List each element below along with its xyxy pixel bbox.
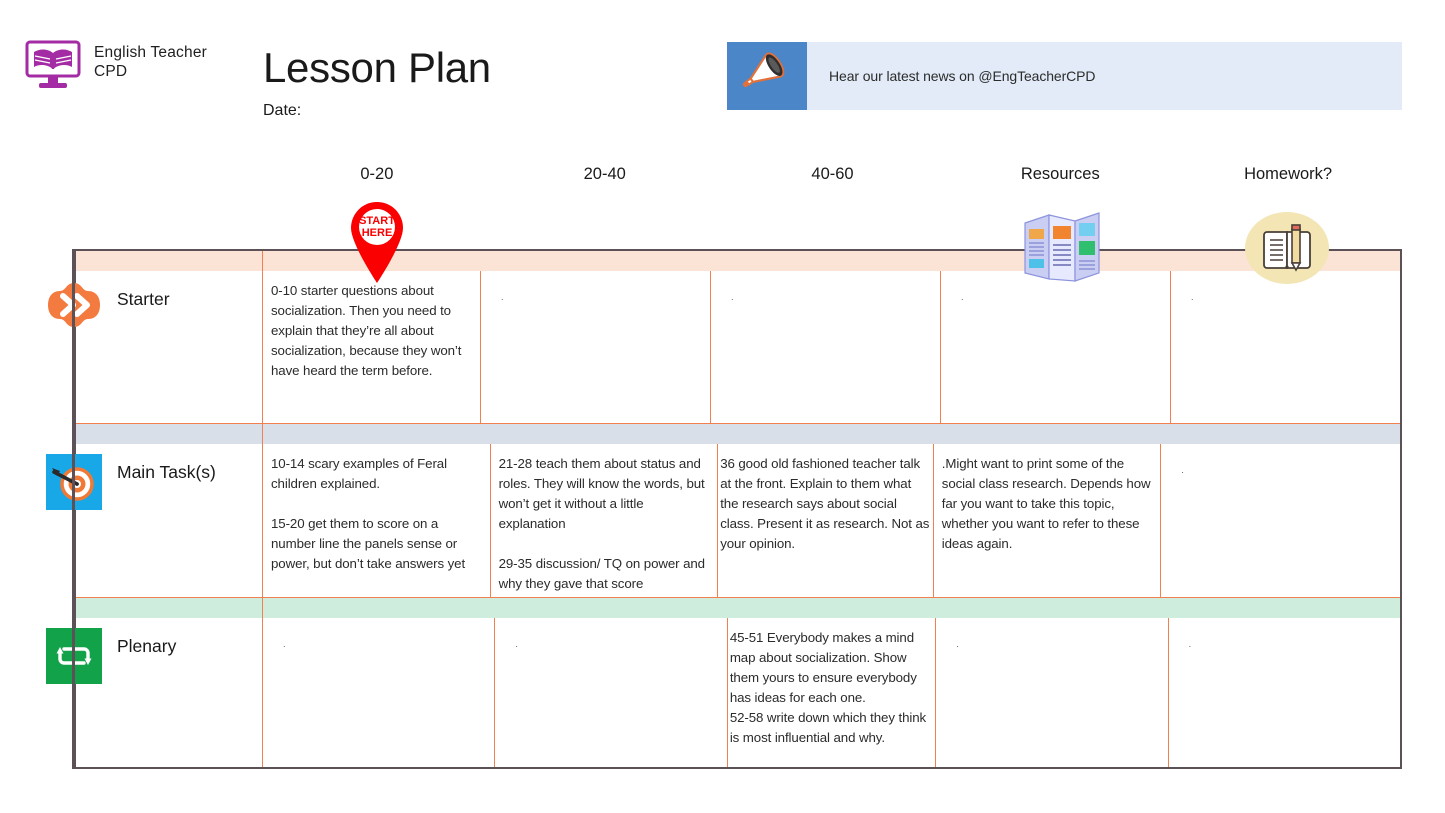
table-row-starter: Starter 0-10 starter questions about soc… <box>48 251 1400 424</box>
row-label-cell-plenary: Plenary <box>46 598 263 767</box>
cell-main-tasks-resources[interactable]: .Might want to print some of the social … <box>934 424 1162 597</box>
cell-plenary-20-40[interactable]: . <box>495 598 728 767</box>
brand-name: English Teacher CPD <box>94 44 208 80</box>
start-pin-line1: START <box>359 215 395 227</box>
page-title: Lesson Plan <box>263 44 491 91</box>
table-left-rail <box>72 249 75 769</box>
cell-starter-20-40[interactable]: . <box>481 251 711 423</box>
cell-plenary-40-60[interactable]: 45-51 Everybody makes a mind map about s… <box>728 598 937 767</box>
megaphone-icon <box>727 42 807 110</box>
column-header-0-20: 0-20 <box>360 165 394 183</box>
lesson-plan-page: English Teacher CPD Lesson Plan Date: He… <box>0 0 1445 813</box>
map-pin-icon: START HERE <box>347 200 407 284</box>
cell-main-tasks-20-40[interactable]: 21-28 teach them about status and roles.… <box>491 424 719 597</box>
cell-main-tasks-40-60[interactable]: 36 good old fashioned teacher talk at th… <box>718 424 934 597</box>
news-banner-text: Hear our latest news on @EngTeacherCPD <box>829 68 1096 84</box>
brochure-icon <box>1019 207 1111 287</box>
column-header-40-60: 40-60 <box>811 165 854 183</box>
news-banner[interactable]: Hear our latest news on @EngTeacherCPD <box>727 42 1402 110</box>
row-label-starter: Starter <box>117 289 170 309</box>
notebook-pencil-icon <box>1245 212 1330 284</box>
column-header-resources: Resources <box>1020 165 1100 183</box>
cell-starter-40-60[interactable]: . <box>711 251 941 423</box>
monitor-book-icon <box>24 40 82 92</box>
date-label: Date: <box>263 102 302 119</box>
table-row-plenary: Plenary . . 45-51 Everybody makes a mind… <box>46 598 1400 767</box>
table-column-headers: 0-20 20-40 40-60 Resources Homework? <box>263 165 1402 193</box>
row-label-main-tasks: Main Task(s) <box>117 462 216 482</box>
cell-plenary-0-20[interactable]: . <box>263 598 496 767</box>
column-header-homework: Homework? <box>1244 165 1333 183</box>
cell-main-tasks-0-20[interactable]: 10-14 scary examples of Feral children e… <box>263 424 491 597</box>
news-banner-body: Hear our latest news on @EngTeacherCPD <box>807 42 1402 110</box>
row-label-cell-main-tasks: Main Task(s) <box>46 424 263 597</box>
brand-logo: English Teacher CPD <box>24 40 207 92</box>
cell-plenary-resources[interactable]: . <box>936 598 1169 767</box>
column-header-20-40: 20-40 <box>583 165 626 183</box>
lesson-plan-table: Starter 0-10 starter questions about soc… <box>46 249 1402 769</box>
cell-main-tasks-homework[interactable]: . <box>1161 424 1400 597</box>
row-label-cell-starter: Starter <box>48 251 263 423</box>
table-row-main-tasks: Main Task(s) 10-14 scary examples of Fer… <box>46 424 1400 598</box>
row-label-plenary: Plenary <box>117 636 177 656</box>
start-pin-line2: HERE <box>362 227 393 239</box>
cell-plenary-homework[interactable]: . <box>1169 598 1400 767</box>
